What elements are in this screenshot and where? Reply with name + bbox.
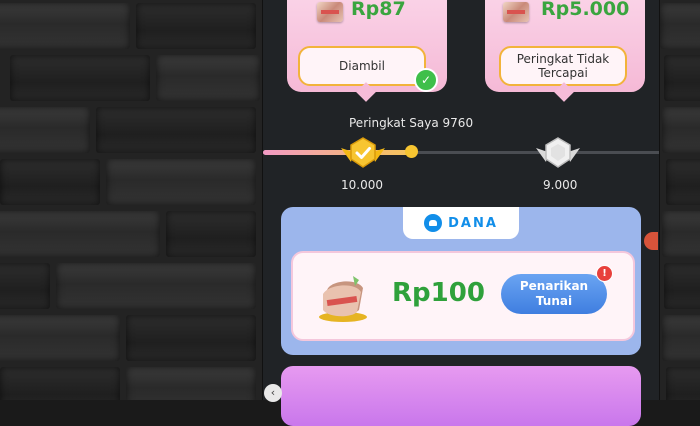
- rank-mark-label: 9.000: [543, 178, 578, 192]
- cash-withdraw-button[interactable]: Penarikan Tunai: [501, 274, 607, 314]
- money-icon: [503, 2, 529, 22]
- side-tab-handle[interactable]: [644, 232, 658, 250]
- claimed-button[interactable]: Diambil: [298, 46, 426, 86]
- reward-panel: Rp87 Diambil ✓ Rp5.000 Peringkat Tidak T…: [262, 0, 660, 426]
- alert-badge-icon: !: [596, 265, 613, 282]
- back-arrow-icon[interactable]: ‹: [264, 384, 282, 402]
- dana-amount: Rp100: [392, 278, 485, 308]
- rank-not-reached-button[interactable]: Peringkat Tidak Tercapai: [499, 46, 627, 86]
- dana-reward-card: DANA Rp100 Penarikan Tunai !: [281, 207, 641, 355]
- tier-amount: Rp5.000: [541, 0, 630, 20]
- dana-reward-box: Rp100 Penarikan Tunai !: [291, 251, 635, 341]
- money-icon: [317, 2, 343, 22]
- dana-logo-icon: [424, 214, 443, 232]
- money-stack-icon: [319, 276, 367, 322]
- reward-tier-card: Rp5.000 Peringkat Tidak Tercapai: [485, 0, 645, 92]
- dana-brand-tab: DANA: [403, 207, 519, 239]
- silver-rank-badge-icon: [536, 137, 580, 168]
- my-rank-label: Peringkat Saya 9760: [349, 116, 474, 130]
- reward-tier-card: Rp87 Diambil ✓: [287, 0, 447, 92]
- dana-brand-label: DANA: [448, 215, 498, 231]
- gold-rank-badge-icon: [341, 137, 385, 168]
- tier-amount: Rp87: [351, 0, 406, 20]
- rank-mark-label: 10.000: [341, 178, 383, 192]
- next-reward-card[interactable]: [281, 366, 641, 426]
- check-icon: ✓: [414, 68, 438, 92]
- progress-fill: [263, 150, 411, 155]
- progress-marker: [405, 145, 418, 158]
